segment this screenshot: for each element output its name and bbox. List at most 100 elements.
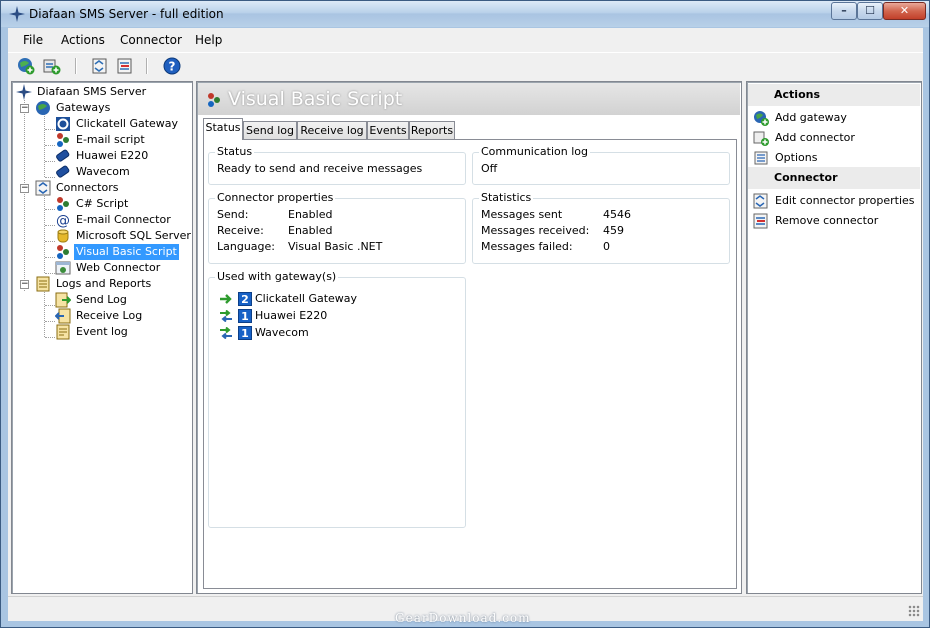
main-panel: Visual Basic Script Status Send log Rece… bbox=[196, 81, 742, 594]
statistic-value: 0 bbox=[603, 240, 610, 253]
tree-line bbox=[45, 129, 55, 130]
action-label: Add gateway bbox=[775, 111, 847, 124]
communication-log-group: Communication log Off bbox=[472, 145, 730, 185]
property-value: Visual Basic .NET bbox=[288, 240, 383, 253]
group-title: Status bbox=[215, 145, 255, 158]
edit-connector-properties-action[interactable]: Edit connector properties bbox=[751, 192, 919, 210]
expander-logs[interactable]: − bbox=[20, 280, 29, 289]
statistics-group: Statistics Messages sent 4546 Messages r… bbox=[472, 191, 730, 264]
toolbar-separator bbox=[146, 58, 147, 74]
statistic-key: Messages failed: bbox=[481, 240, 573, 253]
app-star-icon bbox=[9, 6, 25, 22]
watermark: GearDownload.com bbox=[395, 611, 531, 625]
statistic-key: Messages received: bbox=[481, 224, 590, 237]
add-gateway-icon[interactable] bbox=[17, 57, 35, 75]
tree-line bbox=[45, 177, 55, 178]
tree-line bbox=[45, 321, 55, 322]
priority-badge: 2 bbox=[238, 292, 252, 306]
statistic-key: Messages sent bbox=[481, 208, 563, 221]
script-icon bbox=[57, 245, 69, 259]
tree-line bbox=[44, 194, 45, 273]
client-area: File Actions Connector Help ? Diafaan SM… bbox=[8, 28, 923, 621]
tree-line bbox=[45, 305, 55, 306]
script-icon bbox=[57, 197, 69, 211]
used-with-gateways-group: Used with gateway(s) 2 Clickatell Gatewa… bbox=[208, 270, 466, 528]
toolbar-separator bbox=[75, 58, 76, 74]
action-label: Remove connector bbox=[775, 214, 879, 227]
send-log-icon bbox=[55, 292, 71, 308]
menu-connector[interactable]: Connector bbox=[120, 33, 182, 47]
modem-icon bbox=[56, 165, 70, 178]
close-button[interactable]: ✕ bbox=[883, 2, 926, 20]
expander-gateways[interactable]: − bbox=[20, 104, 29, 113]
property-value: Enabled bbox=[288, 208, 333, 221]
navigation-tree[interactable]: Diafaan SMS Server − Gateways Clickatell… bbox=[11, 81, 193, 594]
tree-item-label: Huawei E220 bbox=[76, 149, 149, 162]
options-icon bbox=[754, 151, 768, 165]
tab-receive-log[interactable]: Receive log bbox=[297, 121, 367, 140]
expander-connectors[interactable]: − bbox=[20, 184, 29, 193]
connectors-icon bbox=[35, 180, 51, 196]
at-sign-icon: @ bbox=[56, 213, 70, 228]
tab-reports[interactable]: Reports bbox=[409, 121, 455, 140]
star-icon bbox=[16, 84, 32, 100]
tree-line bbox=[45, 273, 55, 274]
tree-item-label: Clickatell Gateway bbox=[76, 117, 179, 130]
group-title: Connector properties bbox=[215, 191, 336, 204]
tab-status[interactable]: Status bbox=[203, 118, 243, 140]
menu-file[interactable]: File bbox=[23, 33, 43, 47]
toolbar: ? bbox=[8, 52, 923, 79]
maximize-button[interactable]: ☐ bbox=[857, 2, 883, 20]
tree-item-label: Web Connector bbox=[76, 261, 161, 274]
tree-item-label: Microsoft SQL Server bbox=[76, 229, 191, 242]
resize-grip-icon[interactable] bbox=[908, 605, 920, 617]
options-action[interactable]: Options bbox=[751, 149, 919, 167]
tree-line bbox=[45, 241, 55, 242]
help-icon[interactable]: ? bbox=[163, 57, 181, 75]
menu-help[interactable]: Help bbox=[195, 33, 222, 47]
close-icon: ✕ bbox=[899, 4, 910, 17]
property-key: Receive: bbox=[217, 224, 264, 237]
tree-item-label: C# Script bbox=[76, 197, 129, 210]
remove-connector-action[interactable]: Remove connector bbox=[751, 212, 919, 230]
web-page-icon bbox=[55, 261, 71, 275]
page-title: Visual Basic Script bbox=[228, 88, 403, 110]
connector-properties-group: Connector properties Send: Enabled Recei… bbox=[208, 191, 466, 264]
app-window: Diafaan SMS Server - full edition – ☐ ✕ … bbox=[0, 0, 930, 628]
actions-panel: Actions Add gateway Add connector Option… bbox=[746, 81, 922, 594]
edit-properties-icon bbox=[753, 193, 768, 209]
tree-item-label: Send Log bbox=[76, 293, 127, 306]
tab-send-log[interactable]: Send log bbox=[243, 121, 297, 140]
tree-item-label: E-mail Connector bbox=[76, 213, 171, 226]
script-icon bbox=[57, 133, 69, 147]
remove-connector-icon[interactable] bbox=[116, 57, 134, 75]
add-connector-action[interactable]: Add connector bbox=[751, 129, 919, 147]
minimize-button[interactable]: – bbox=[831, 2, 857, 20]
property-key: Send: bbox=[217, 208, 249, 221]
database-icon bbox=[57, 229, 69, 243]
action-label: Edit connector properties bbox=[775, 194, 915, 207]
communication-log-value: Off bbox=[481, 162, 498, 175]
tab-strip: Status Send log Receive log Events Repor… bbox=[203, 118, 739, 140]
actions-section-title: Actions bbox=[748, 84, 920, 106]
gateway-name: Clickatell Gateway bbox=[255, 292, 358, 305]
modem-icon bbox=[56, 149, 70, 162]
menu-actions[interactable]: Actions bbox=[61, 33, 105, 47]
receive-log-icon bbox=[55, 308, 71, 324]
status-group: Status Ready to send and receive message… bbox=[208, 145, 466, 185]
status-tab-page: Status Ready to send and receive message… bbox=[203, 139, 737, 589]
group-title: Statistics bbox=[479, 191, 534, 204]
send-receive-arrows-icon bbox=[220, 327, 232, 339]
tree-item-label: Wavecom bbox=[76, 165, 130, 178]
add-gateway-action[interactable]: Add gateway bbox=[751, 109, 919, 127]
add-connector-icon[interactable] bbox=[43, 57, 61, 75]
tree-line bbox=[24, 100, 25, 291]
action-label: Add connector bbox=[775, 131, 855, 144]
tree-line bbox=[45, 337, 55, 338]
tab-events[interactable]: Events bbox=[367, 121, 409, 140]
edit-properties-icon[interactable] bbox=[91, 57, 109, 75]
clickatell-icon bbox=[56, 117, 70, 131]
statistic-value: 459 bbox=[603, 224, 624, 237]
gateway-name: Huawei E220 bbox=[255, 309, 328, 322]
title-bar[interactable]: Diafaan SMS Server - full edition – ☐ ✕ bbox=[1, 1, 929, 27]
